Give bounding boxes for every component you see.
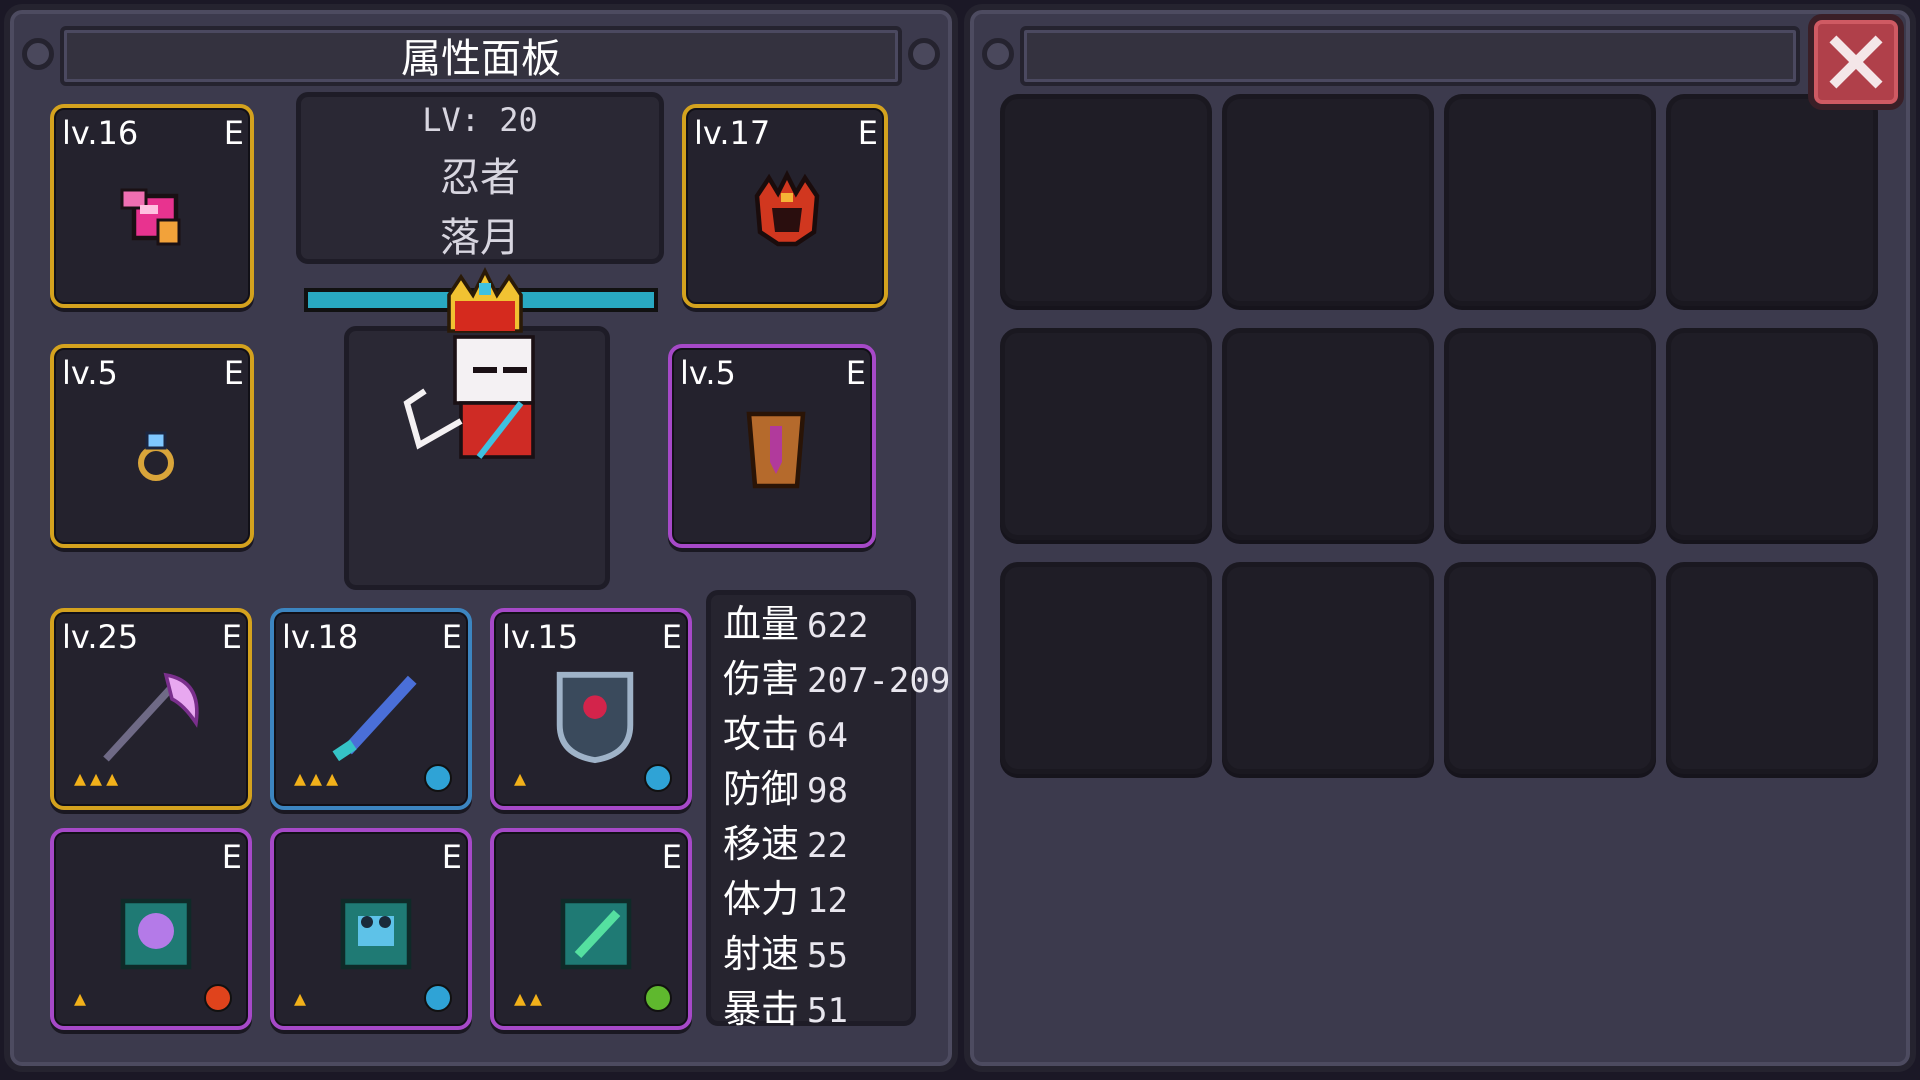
close-icon [1829, 35, 1883, 89]
equip-slot-hands[interactable]: lv.16 E [50, 104, 254, 308]
equipped-marker: E [441, 838, 462, 876]
inventory-slot[interactable] [1444, 328, 1656, 540]
item-level: lv.5 [680, 354, 736, 392]
character-class: 忍者 [440, 155, 520, 201]
stat-row-damage: 伤害 207-209 [723, 657, 951, 701]
stat-row-stamina: 体力 12 [723, 877, 848, 921]
green-gem-icon [644, 984, 672, 1012]
inventory-slot[interactable] [1000, 328, 1212, 540]
stat-row-attack: 攻击 64 [723, 712, 848, 756]
stat-row-defense: 防御 98 [723, 767, 848, 811]
close-button[interactable] [1808, 14, 1904, 110]
blue-gem-icon [644, 764, 672, 792]
equipped-marker: E [661, 618, 682, 656]
equip-slot-offhand[interactable]: lv.15 E ▲ [490, 608, 692, 810]
item-level: lv.5 [62, 354, 118, 392]
inventory-slot[interactable] [1666, 94, 1878, 306]
star-rating: ▲▲▲ [294, 766, 343, 790]
red-gem-icon [204, 984, 232, 1012]
character-portrait [344, 266, 610, 590]
star-rating: ▲▲ [514, 986, 547, 1010]
item-level: lv.17 [694, 114, 771, 152]
equip-slot-weapon-2[interactable]: lv.18 E ▲▲▲ [270, 608, 472, 810]
equipped-marker: E [661, 838, 682, 876]
equip-slot-skill-3[interactable]: E ▲▲ [490, 828, 692, 1030]
character-info: LV: 20 忍者 落月 [296, 92, 664, 264]
blue-gem-icon [424, 764, 452, 792]
green-spellbook-icon [560, 898, 632, 970]
item-level: lv.15 [502, 618, 579, 656]
scythe-icon [103, 672, 199, 762]
sapphire-ring-icon [138, 431, 174, 481]
equipped-marker: E [441, 618, 462, 656]
corner-bolt-icon [908, 38, 940, 70]
equip-slot-ring[interactable]: lv.5 E [50, 344, 254, 548]
inventory-slot[interactable] [1000, 94, 1212, 306]
inventory-slot[interactable] [1444, 94, 1656, 306]
stat-row-crit: 暴击 51 [723, 987, 848, 1031]
inventory-slot[interactable] [1444, 562, 1656, 774]
crimson-helmet-icon [754, 169, 820, 247]
corner-bolt-icon [22, 38, 54, 70]
star-rating: ▲ [514, 766, 531, 790]
bronze-armor-icon [746, 411, 806, 489]
stat-row-move-speed: 移速 22 [723, 822, 848, 866]
pink-gauntlet-icon [120, 188, 181, 246]
equipped-marker: E [845, 354, 866, 392]
item-level: lv.18 [282, 618, 359, 656]
equipped-marker: E [223, 114, 244, 152]
inventory-slot[interactable] [1666, 328, 1878, 540]
shield-icon [556, 671, 634, 764]
inventory-slot[interactable] [1222, 328, 1434, 540]
blue-gem-icon [424, 984, 452, 1012]
corner-bolt-icon [982, 38, 1014, 70]
inventory-title-bar [1020, 26, 1800, 86]
inventory-slot[interactable] [1222, 94, 1434, 306]
equipped-marker: E [223, 354, 244, 392]
stat-row-hp: 血量 622 [723, 602, 869, 646]
purple-spellbook-icon [120, 898, 192, 970]
inventory-slot[interactable] [1000, 562, 1212, 774]
equipped-marker: E [857, 114, 878, 152]
frog-spellbook-icon [340, 898, 412, 970]
equip-slot-skill-2[interactable]: E ▲ [270, 828, 472, 1030]
character-name: 落月 [440, 215, 520, 261]
equip-slot-body[interactable]: lv.5 E [668, 344, 876, 548]
equip-slot-skill-1[interactable]: E ▲ [50, 828, 252, 1030]
inventory-slot[interactable] [1666, 562, 1878, 774]
star-rating: ▲▲▲ [74, 766, 123, 790]
panel-title-bar: 属性面板 [60, 26, 902, 86]
character-level: LV: 20 [422, 101, 538, 139]
equip-slot-weapon-1[interactable]: lv.25 E ▲▲▲ [50, 608, 252, 810]
star-rating: ▲ [294, 986, 311, 1010]
equipped-marker: E [221, 618, 242, 656]
character-sprite [403, 266, 535, 459]
equipped-marker: E [221, 838, 242, 876]
blue-sword-icon [332, 675, 417, 762]
inventory-slot[interactable] [1222, 562, 1434, 774]
stats-panel: 血量 622 伤害 207-209 攻击 64 防御 98 移速 22 体力 12 射速 55… [706, 590, 950, 1031]
item-level: lv.16 [62, 114, 139, 152]
star-rating: ▲ [74, 986, 91, 1010]
stat-row-fire-rate: 射速 55 [723, 932, 848, 976]
equip-slot-head[interactable]: lv.17 E [682, 104, 888, 308]
item-level: lv.25 [62, 618, 139, 656]
panel-title: 属性面板 [401, 36, 561, 82]
